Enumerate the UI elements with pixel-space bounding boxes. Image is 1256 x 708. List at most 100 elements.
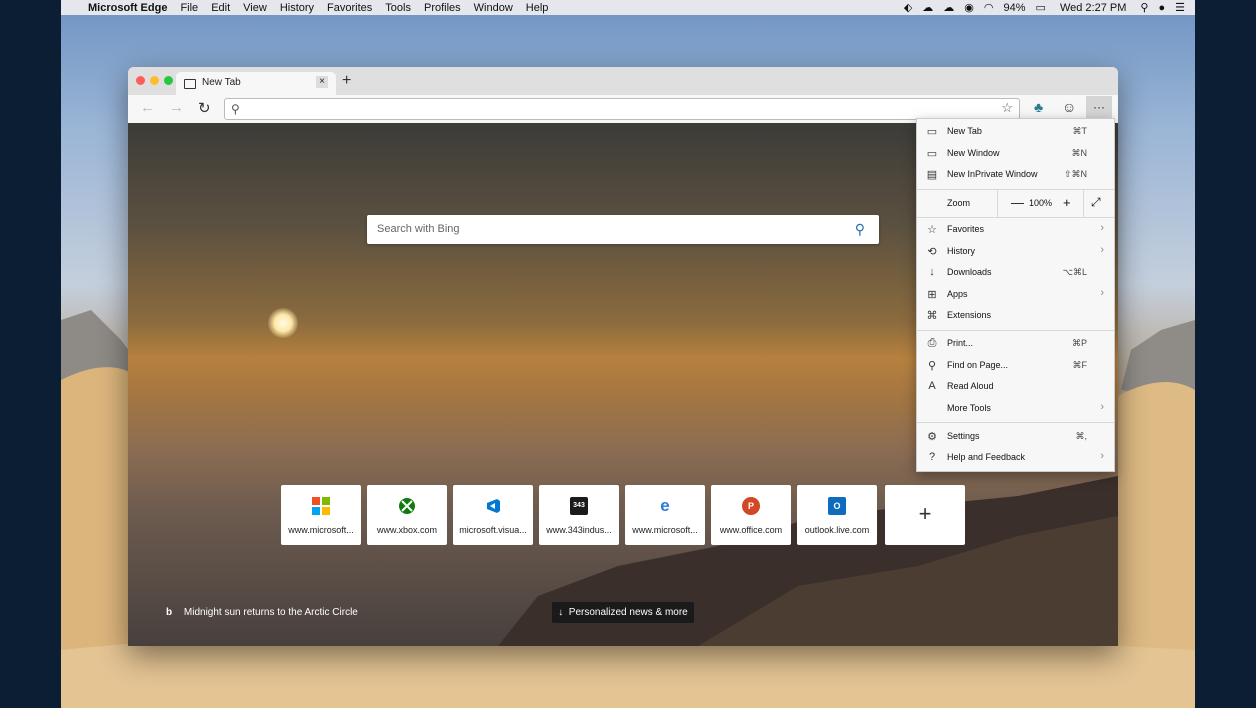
menu-item-help-and-feedback[interactable]: ? Help and Feedback › [917, 447, 1114, 468]
forward-arrow-icon[interactable]: → [169, 99, 184, 116]
menubar-help[interactable]: Help [526, 2, 549, 14]
zoom-in-button[interactable]: + [1063, 195, 1071, 210]
battery-percent[interactable]: 94% [1004, 2, 1026, 14]
minimize-window-button[interactable] [150, 76, 159, 85]
outlook-logo-icon: O [828, 497, 846, 515]
new-window-icon: ▭ [926, 148, 938, 160]
vpn-icon[interactable]: ◉ [964, 1, 974, 14]
battery-icon[interactable]: ▭ [1036, 1, 1046, 14]
apps-icon: ⊞ [927, 289, 937, 301]
tile-label: www.343indus... [546, 525, 612, 535]
spotlight-icon[interactable]: ⚲ [1140, 1, 1148, 14]
menu-item-extensions[interactable]: ⌘ Extensions [917, 305, 1114, 326]
top-site-tile[interactable]: microsoft.visua... [453, 485, 533, 545]
down-arrow-icon: ↓ [558, 607, 569, 618]
favorite-star-icon[interactable]: ☆ [1001, 100, 1013, 116]
edge-logo-icon: e [660, 496, 670, 515]
tab-page-icon [184, 79, 196, 89]
menu-item-label: Apps [947, 289, 968, 299]
menu-zoom-row: Zoom — 100% + ⤢ [917, 190, 1114, 217]
menu-item-label: Extensions [947, 310, 992, 320]
zoom-divider [997, 190, 998, 217]
address-bar[interactable]: ⚲ ☆ [224, 98, 1020, 120]
cloud-sync-icon[interactable]: ☁ [943, 1, 954, 14]
tab-close-icon[interactable]: × [316, 76, 328, 88]
tile-label: microsoft.visua... [459, 525, 527, 535]
menu-item-new-inprivate-window[interactable]: ▤ New InPrivate Window ⇧⌘N [917, 164, 1114, 185]
tile-label: www.xbox.com [376, 525, 438, 535]
menu-item-shortcut: ⌘F [1072, 360, 1088, 370]
siri-icon[interactable]: ● [1158, 2, 1165, 14]
news-button-label: Personalized news & more [568, 607, 688, 618]
top-site-tile[interactable]: www.xbox.com [367, 485, 447, 545]
bing-logo-icon: b [166, 607, 173, 618]
menu-item-label: Settings [947, 431, 980, 441]
help-icon: ? [928, 451, 936, 463]
top-site-tile[interactable]: www.microsoft... [281, 485, 361, 545]
bing-search-box[interactable]: Search with Bing ⚲ [367, 215, 879, 244]
menubar-window[interactable]: Window [474, 2, 513, 14]
menu-item-label: Favorites [947, 224, 985, 234]
menu-item-downloads[interactable]: ↓ Downloads ⌥⌘L [917, 262, 1114, 283]
menubar-clock[interactable]: Wed 2:27 PM [1060, 2, 1126, 14]
top-site-tile[interactable]: O outlook.live.com [797, 485, 877, 545]
menubar-history[interactable]: History [280, 2, 314, 14]
tile-label: www.microsoft... [632, 525, 698, 535]
new-tab-button[interactable]: + [342, 72, 351, 90]
feedback-smiley-icon[interactable]: ☺ [1062, 99, 1076, 115]
notification-center-icon[interactable]: ☰ [1175, 1, 1185, 14]
inprivate-icon: ▤ [926, 169, 938, 181]
history-icon: ⟲ [927, 246, 937, 258]
menu-item-more-tools[interactable]: More Tools › [917, 398, 1114, 419]
343-industries-logo-icon: 343 [570, 497, 588, 515]
menu-item-shortcut: ⌥⌘L [1062, 267, 1087, 277]
microsoft-logo-icon [312, 497, 330, 515]
search-icon[interactable]: ⚲ [855, 221, 865, 238]
zoom-window-button[interactable] [164, 76, 173, 85]
menu-item-settings[interactable]: ⚙ Settings ⌘, [917, 426, 1114, 447]
menu-item-label: Help and Feedback [947, 452, 1026, 462]
menu-item-apps[interactable]: ⊞ Apps › [917, 284, 1114, 305]
wifi-icon[interactable]: ◠ [984, 1, 994, 14]
dropbox-icon[interactable]: ⬖ [904, 1, 912, 14]
menu-item-new-window[interactable]: ▭ New Window ⌘N [917, 143, 1114, 164]
add-site-tile-button[interactable]: + [885, 485, 965, 545]
menu-item-favorites[interactable]: ☆ Favorites › [917, 219, 1114, 240]
zoom-label: Zoom [947, 198, 971, 208]
menubar-file[interactable]: File [180, 2, 198, 14]
menu-item-read-aloud[interactable]: A Read Aloud [917, 376, 1114, 397]
zoom-out-button[interactable]: — [1011, 195, 1024, 210]
close-window-button[interactable] [136, 76, 145, 85]
menubar-tools[interactable]: Tools [385, 2, 411, 14]
menu-item-label: More Tools [947, 403, 991, 413]
menubar-profiles[interactable]: Profiles [424, 2, 461, 14]
menu-item-shortcut: ⇧⌘N [1063, 169, 1087, 179]
menu-item-find-on-page[interactable]: ⚲ Find on Page... ⌘F [917, 355, 1114, 376]
tab-strip: New Tab × + [128, 67, 1118, 95]
menu-item-history[interactable]: ⟲ History › [917, 241, 1114, 262]
visual-studio-logo-icon [484, 497, 502, 515]
top-site-tile[interactable]: 343 www.343indus... [539, 485, 619, 545]
creative-cloud-icon[interactable]: ☁ [922, 1, 933, 14]
menu-item-label: New Window [947, 148, 1000, 158]
menu-item-label: New Tab [947, 126, 982, 136]
back-arrow-icon[interactable]: ← [140, 99, 155, 116]
image-caption[interactable]: b Midnight sun returns to the Arctic Cir… [166, 607, 358, 618]
xbox-logo-icon [398, 497, 416, 515]
menubar-favorites[interactable]: Favorites [327, 2, 372, 14]
menu-item-print[interactable]: ⎙ Print... ⌘P [917, 333, 1114, 354]
menubar-view[interactable]: View [243, 2, 267, 14]
tab-new-tab[interactable]: New Tab × [176, 72, 336, 95]
extension-icon[interactable]: ♣ [1034, 99, 1043, 115]
menu-divider [917, 330, 1114, 331]
fullscreen-icon[interactable]: ⤢ [1091, 195, 1101, 210]
menu-item-new-tab[interactable]: ▭ New Tab ⌘T [917, 121, 1114, 142]
personalized-news-button[interactable]: ↓ Personalized news & more [552, 602, 694, 623]
refresh-icon[interactable]: ↻ [198, 99, 211, 117]
menu-item-label: New InPrivate Window [947, 169, 1038, 179]
menubar-edit[interactable]: Edit [211, 2, 230, 14]
top-site-tile[interactable]: P www.office.com [711, 485, 791, 545]
menubar-app-name[interactable]: Microsoft Edge [88, 2, 167, 14]
top-site-tile[interactable]: e www.microsoft... [625, 485, 705, 545]
settings-and-more-button[interactable]: ··· [1086, 96, 1112, 118]
